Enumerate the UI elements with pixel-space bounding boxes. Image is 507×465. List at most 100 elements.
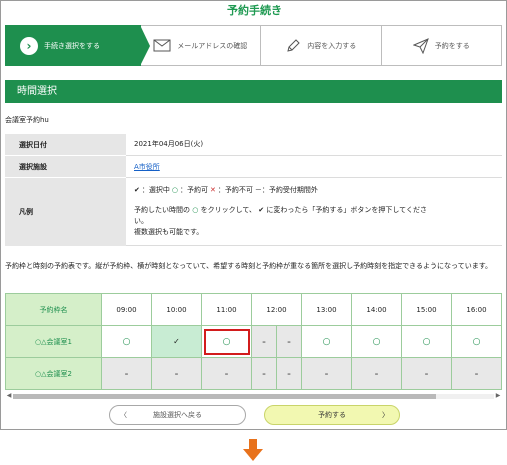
time-header: 16:00 (451, 293, 502, 326)
legend-unavailable: ：予約不可 (217, 186, 253, 194)
available-icon: ○ (122, 336, 131, 347)
scroll-right-icon[interactable]: ▶ (494, 392, 502, 400)
dash-icon: – (174, 369, 179, 378)
slot-name: ○△会議室2 (5, 357, 102, 390)
instr-e: 複数選択も可能です。 (134, 228, 204, 236)
dash-icon: – (424, 369, 429, 378)
legend-instructions: 予約したい時間の ○ をクリックして、 ✔ に変わったら「予約する」ボタンを押下… (134, 205, 501, 238)
time-header: 15:00 (401, 293, 452, 326)
date-value: 2021年04月06日(火) (126, 133, 502, 156)
legend-outside: －：予約受付期間外 (254, 186, 318, 194)
circle-icon: ○ (192, 206, 199, 214)
legend-selected: ：選択中 (141, 186, 170, 194)
time-header: 14:00 (351, 293, 402, 326)
time-header: 11:00 (201, 293, 252, 326)
date-label: 選択日付 (5, 133, 126, 156)
slot-cell: – (301, 357, 352, 390)
time-header: 09:00 (101, 293, 152, 326)
available-icon: ○ (372, 336, 381, 347)
corner-header: 予約枠名 (5, 293, 102, 326)
slot-cell: – (276, 357, 302, 390)
step-label: 予約をする (434, 41, 470, 50)
dash-icon: – (224, 369, 229, 378)
slot-cell-highlighted[interactable]: ○ (201, 325, 252, 358)
instr-b: をクリックして、 (200, 206, 257, 214)
page-title: 予約手続き (227, 4, 282, 17)
slot-cell[interactable]: ○ (451, 325, 502, 358)
available-icon: ○ (222, 336, 231, 347)
facility-name: 会議室予約hu (5, 116, 49, 124)
slot-cell: – (276, 325, 302, 358)
facility-label: 選択施設 (5, 155, 126, 178)
schedule-table-wrapper[interactable]: 予約枠名 09:00 10:00 11:00 12:00 13:00 14:00… (5, 293, 502, 391)
slot-cell: – (451, 357, 502, 390)
slot-cell[interactable]: ○ (351, 325, 402, 358)
back-to-facility-button[interactable]: 〈 施設選択へ戻る (109, 405, 246, 425)
slot-cell[interactable]: ○ (301, 325, 352, 358)
slot-cell: – (351, 357, 402, 390)
reservation-info-table: 選択日付 2021年04月06日(火) 選択施設 A市役所 凡例 ✔ ：選択中 … (5, 133, 502, 246)
chevron-left-icon: 〈 (120, 411, 127, 419)
reserve-button[interactable]: 予約する 〉 (264, 405, 400, 425)
time-header: 10:00 (151, 293, 202, 326)
slot-cell: – (401, 357, 452, 390)
dash-icon: – (287, 337, 291, 346)
back-button-label: 施設選択へ戻る (153, 411, 202, 419)
step-select-procedure: › 手続き選択をする (5, 25, 149, 66)
schedule-description: 予約枠と時刻の予約表です。縦が予約枠、横が時刻となっていて、希望する時刻と予約枠… (5, 262, 492, 270)
available-icon: ○ (422, 336, 431, 347)
slot-cell[interactable]: ○ (401, 325, 452, 358)
check-icon: ✔ (258, 206, 265, 214)
arrow-down-icon (241, 438, 265, 462)
legend-row: ✔ ：選択中 ○ ：予約可 ✕ ：予約不可 －：予約受付期間外 (134, 185, 501, 195)
step-email-confirm: メールアドレスの確認 (140, 25, 261, 66)
step-label: 手続き選択をする (44, 41, 100, 50)
slot-cell: – (251, 357, 277, 390)
schedule-table: 予約枠名 09:00 10:00 11:00 12:00 13:00 14:00… (5, 293, 502, 390)
pencil-icon (285, 38, 301, 54)
section-title: 時間選択 (5, 80, 502, 103)
dash-icon: – (287, 369, 291, 378)
slot-cell: – (201, 357, 252, 390)
dash-icon: – (262, 369, 266, 378)
time-header: 12:00 (251, 293, 302, 326)
step-label: 内容を入力する (307, 41, 357, 50)
circle-icon: ○ (171, 186, 178, 194)
available-icon: ○ (322, 336, 331, 347)
legend-label: 凡例 (5, 177, 126, 246)
chevron-right-icon: 〉 (382, 411, 389, 419)
dash-icon: – (474, 369, 479, 378)
slot-cell: – (101, 357, 152, 390)
reserve-button-label: 予約する (318, 411, 346, 419)
available-icon: ○ (472, 336, 481, 347)
step-label: メールアドレスの確認 (177, 41, 248, 50)
slot-cell[interactable]: ○ (101, 325, 152, 358)
slot-cell: – (151, 357, 202, 390)
circle-arrow-right-icon: › (20, 36, 38, 55)
step-enter-details: 内容を入力する (261, 25, 382, 66)
check-icon: ✓ (173, 337, 180, 346)
horizontal-scrollbar[interactable]: ◀ ▶ (5, 392, 502, 400)
step-make-reservation: 予約をする (381, 25, 502, 66)
paper-plane-icon (412, 37, 429, 54)
dash-icon: – (262, 337, 266, 346)
dash-icon: – (374, 369, 379, 378)
time-header: 13:00 (301, 293, 352, 326)
instr-d: い。 (134, 217, 148, 225)
dash-icon: – (124, 369, 129, 378)
scroll-thumb[interactable] (13, 393, 437, 399)
check-icon: ✔ (134, 186, 140, 194)
step-progress: › 手続き選択をする メールアドレスの確認 内容を入力する 予約をする (5, 25, 502, 66)
legend-available: ：予約可 (179, 186, 208, 194)
envelope-icon (153, 39, 171, 52)
slot-cell: – (251, 325, 277, 358)
scroll-left-icon[interactable]: ◀ (5, 392, 13, 400)
reservation-page: 予約手続き › 手続き選択をする メールアドレスの確認 内容を入力する 予約をす… (0, 0, 507, 430)
facility-link[interactable]: A市役所 (134, 163, 160, 171)
instr-a: 予約したい時間の (134, 206, 190, 214)
instr-c: に変わったら「予約する」ボタンを押下してくださ (266, 206, 427, 214)
cross-icon: ✕ (209, 186, 216, 194)
slot-cell-selected[interactable]: ✓ (151, 325, 202, 358)
scroll-track[interactable] (13, 393, 494, 399)
dash-icon: – (324, 369, 329, 378)
